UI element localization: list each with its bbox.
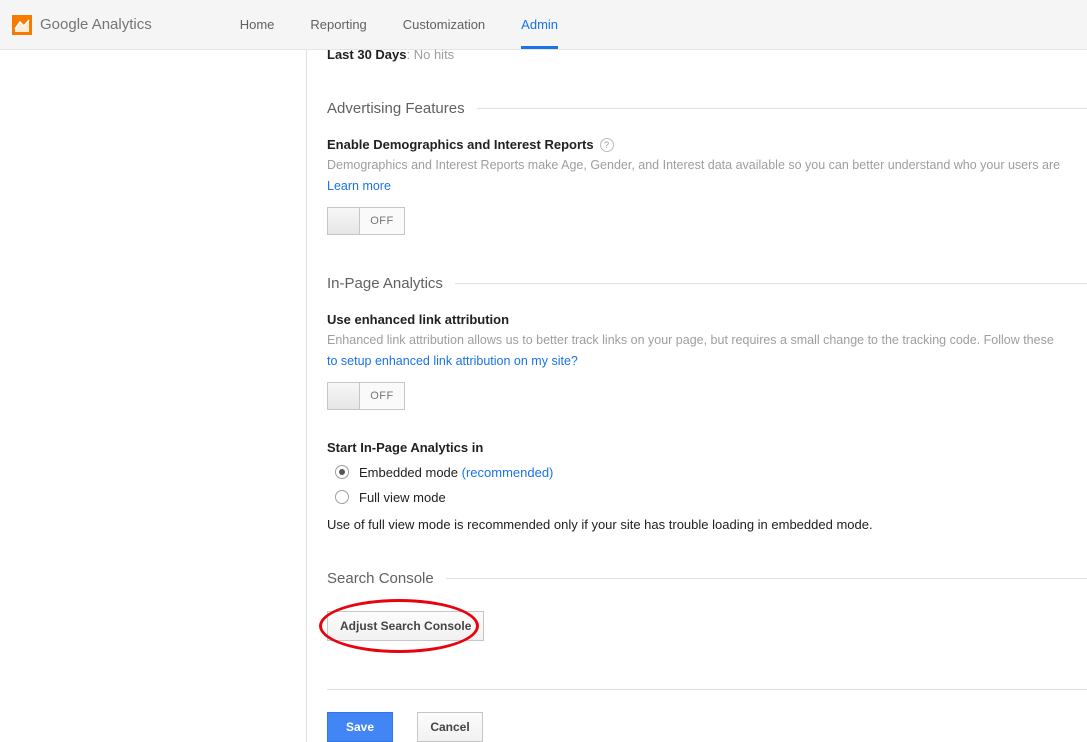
- learn-more-link[interactable]: Learn more: [327, 179, 391, 193]
- inpage-mode-group: Embedded mode (recommended) Full view mo…: [327, 465, 1087, 505]
- brand-logo[interactable]: Google Analytics: [12, 15, 152, 35]
- radio-fullview[interactable]: Full view mode: [327, 490, 1087, 505]
- brand-name: Google Analytics: [40, 16, 152, 33]
- section-advertising-header: Advertising Features: [327, 100, 1087, 117]
- start-inpage-label: Start In-Page Analytics in: [327, 440, 1087, 455]
- help-icon[interactable]: ?: [600, 138, 614, 152]
- section-title: In-Page Analytics: [327, 275, 443, 292]
- nav-customization[interactable]: Customization: [385, 0, 503, 49]
- toggle-handle: [328, 383, 360, 409]
- adjust-search-console-button[interactable]: Adjust Search Console: [327, 611, 484, 641]
- toggle-handle: [328, 208, 360, 234]
- radio-icon: [335, 490, 349, 504]
- toggle-state: OFF: [360, 208, 404, 234]
- app-header: Google Analytics Home Reporting Customiz…: [0, 0, 1087, 50]
- setup-link[interactable]: to setup enhanced link attribution on my…: [327, 354, 578, 368]
- enhanced-link-label: Use enhanced link attribution: [327, 312, 1087, 327]
- main-content: Last 30 Days: No hits Advertising Featur…: [307, 50, 1087, 742]
- last-30-days-line: Last 30 Days: No hits: [327, 47, 1087, 62]
- section-inpage-header: In-Page Analytics: [327, 275, 1087, 292]
- nav-admin[interactable]: Admin: [503, 0, 576, 49]
- enhanced-link-desc: Enhanced link attribution allows us to b…: [327, 331, 1087, 350]
- demographics-toggle[interactable]: OFF: [327, 207, 405, 235]
- cancel-button[interactable]: Cancel: [417, 712, 483, 742]
- analytics-logo-icon: [12, 15, 32, 35]
- radio-icon: [335, 465, 349, 479]
- enhanced-link-toggle[interactable]: OFF: [327, 382, 405, 410]
- toggle-state: OFF: [360, 383, 404, 409]
- save-button[interactable]: Save: [327, 712, 393, 742]
- nav-reporting[interactable]: Reporting: [292, 0, 384, 49]
- main-nav: Home Reporting Customization Admin: [222, 0, 576, 49]
- section-title: Search Console: [327, 570, 434, 587]
- section-title: Advertising Features: [327, 100, 465, 117]
- left-panel: [0, 50, 307, 742]
- form-actions: Save Cancel: [327, 689, 1087, 742]
- radio-embedded[interactable]: Embedded mode (recommended): [327, 465, 1087, 480]
- nav-home[interactable]: Home: [222, 0, 293, 49]
- demographics-desc: Demographics and Interest Reports make A…: [327, 156, 1087, 175]
- section-search-console-header: Search Console: [327, 570, 1087, 587]
- fullview-note: Use of full view mode is recommended onl…: [327, 517, 1087, 532]
- demographics-label: Enable Demographics and Interest Reports…: [327, 137, 1087, 152]
